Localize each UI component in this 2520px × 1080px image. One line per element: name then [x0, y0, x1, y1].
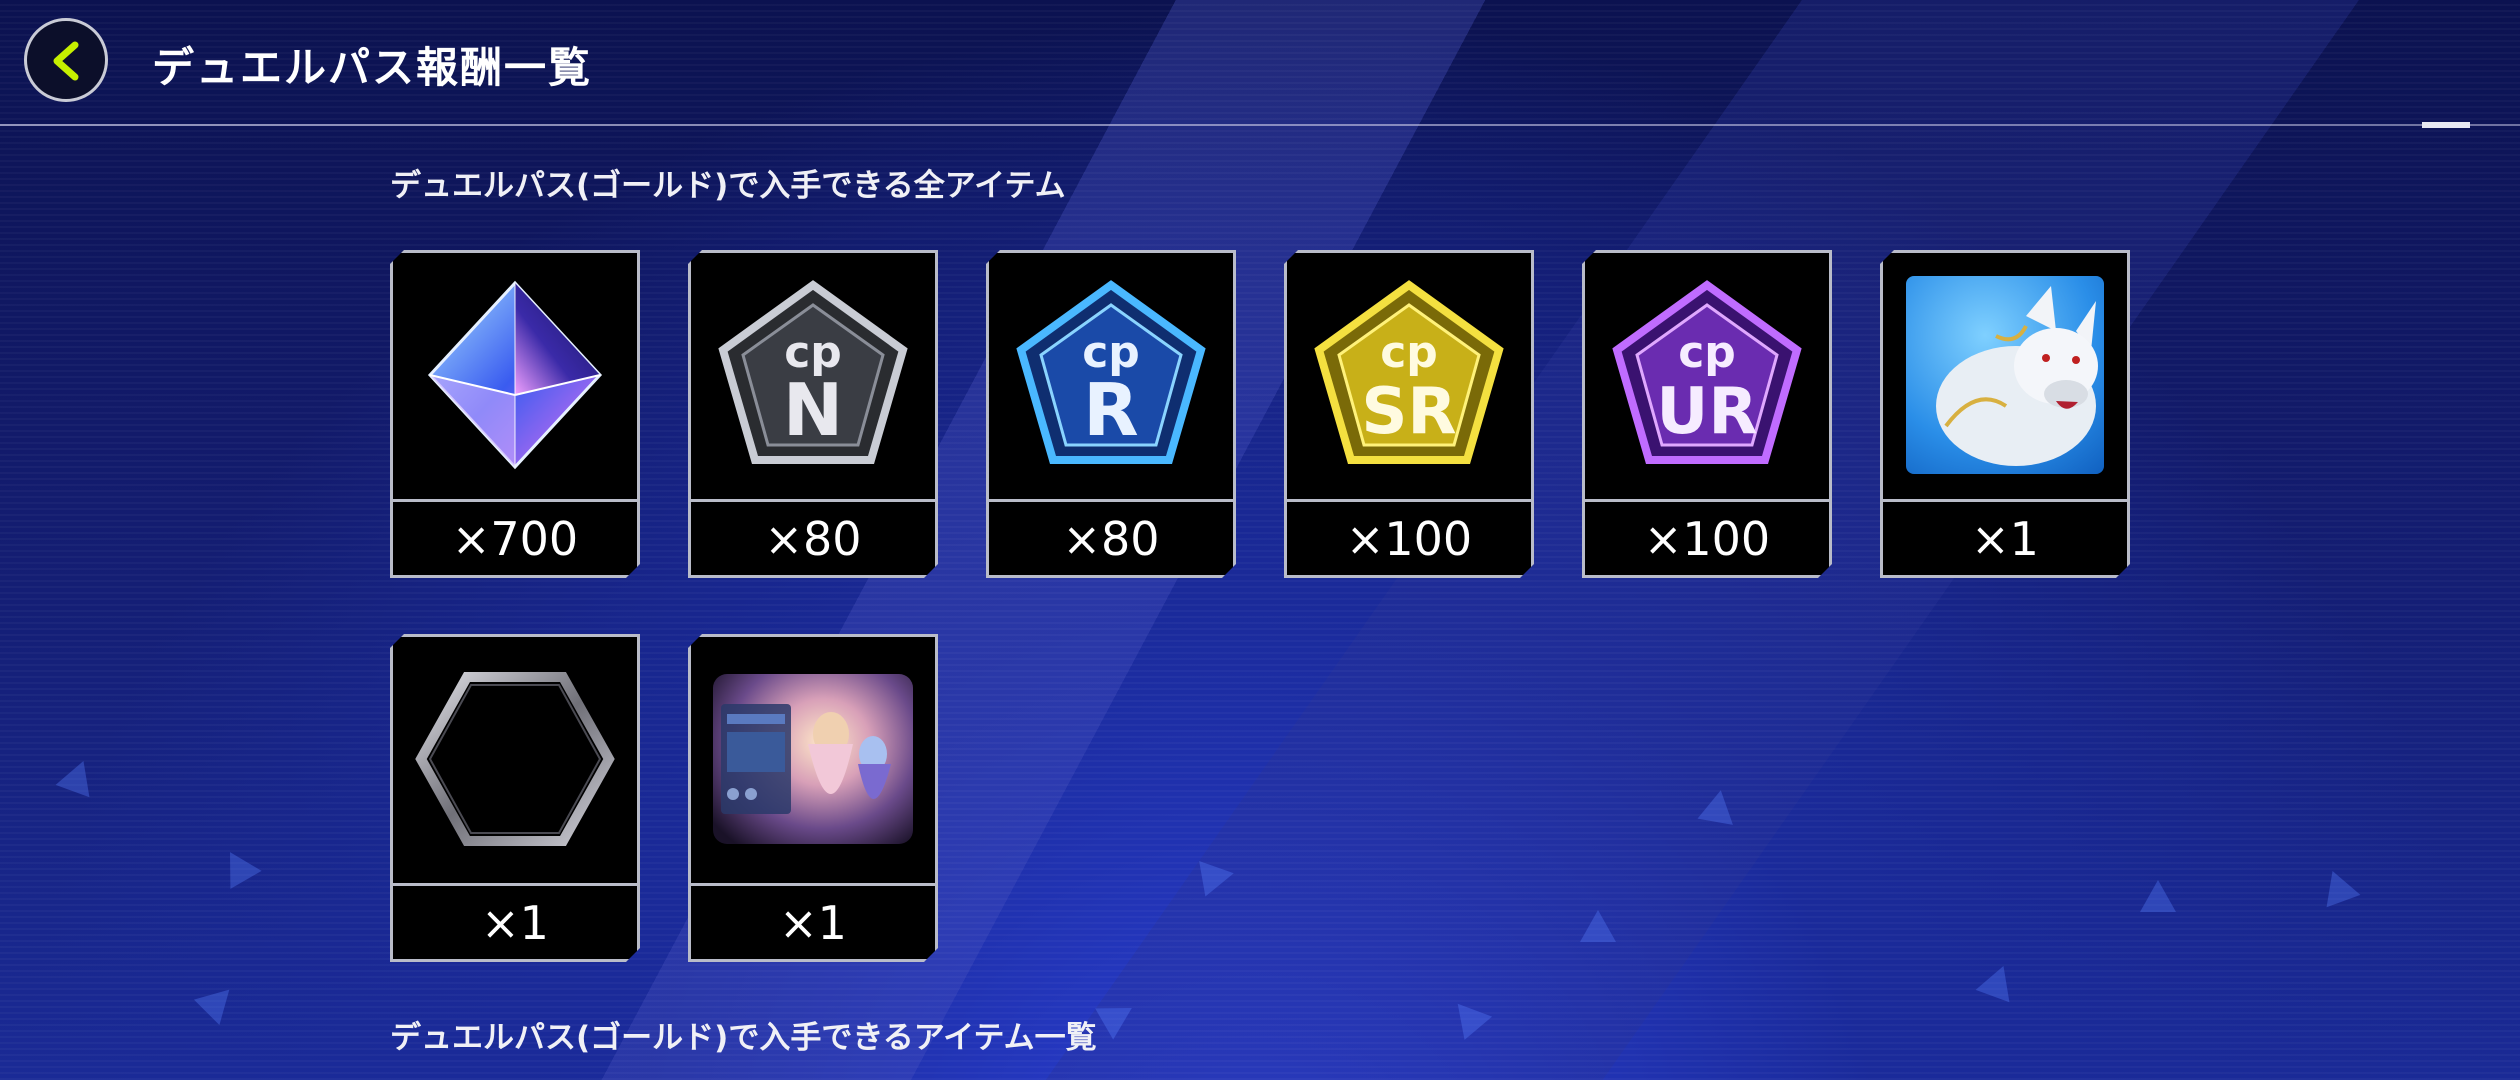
wolf-mate-icon — [1906, 276, 2104, 474]
reward-item-cp-n[interactable]: cp N ×80 — [688, 250, 938, 578]
header-divider — [0, 124, 2520, 126]
decor-triangle — [1975, 959, 2021, 1003]
decor-triangle — [55, 754, 101, 798]
decor-triangle — [1580, 910, 1616, 942]
decor-triangle — [214, 843, 262, 889]
section-title-items-list: デュエルパス(ゴールド)で入手できるアイテム一覧 — [390, 1020, 1097, 1056]
item-quantity: ×700 — [393, 499, 637, 575]
item-quantity: ×100 — [1287, 499, 1531, 575]
reward-item-mate-wolf[interactable]: ×1 — [1880, 250, 2130, 578]
svg-text:R: R — [1083, 368, 1138, 452]
svg-text:cp: cp — [1380, 327, 1438, 378]
decor-triangle — [2315, 864, 2361, 908]
cp-n-icon: cp N — [713, 275, 913, 475]
svg-text:cp: cp — [1678, 327, 1736, 378]
field-collage-icon — [713, 674, 913, 844]
background-stripes — [0, 0, 2520, 1080]
cp-ur-icon: cp UR — [1607, 275, 1807, 475]
reward-item-field[interactable]: ×1 — [688, 634, 938, 962]
gem-icon — [420, 275, 610, 475]
reward-item-cp-r[interactable]: cp R ×80 — [986, 250, 1236, 578]
decor-triangle — [2140, 880, 2176, 912]
header-indicator — [2422, 122, 2470, 128]
svg-text:UR: UR — [1656, 375, 1757, 449]
cp-r-icon: cp R — [1011, 275, 1211, 475]
decor-triangle — [1199, 855, 1237, 897]
decor-triangle — [1697, 787, 1739, 825]
cp-sr-icon: cp SR — [1309, 275, 1509, 475]
reward-item-icon-frame[interactable]: ×1 — [390, 634, 640, 962]
item-quantity: ×100 — [1585, 499, 1829, 575]
item-quantity: ×1 — [691, 883, 935, 959]
decor-triangle — [1095, 992, 1141, 1040]
item-quantity: ×80 — [989, 499, 1233, 575]
item-quantity: ×1 — [1883, 499, 2127, 575]
item-quantity: ×80 — [691, 499, 935, 575]
svg-text:SR: SR — [1361, 375, 1456, 449]
header: デュエルパス報酬一覧 — [0, 0, 2520, 128]
back-button[interactable] — [24, 18, 108, 102]
hexagon-frame-icon — [415, 669, 615, 849]
reward-item-cp-sr[interactable]: cp SR ×100 — [1284, 250, 1534, 578]
section-title-all-items: デュエルパス(ゴールド)で入手できる全アイテム — [390, 168, 1066, 204]
decor-triangle — [1443, 992, 1493, 1040]
item-quantity: ×1 — [393, 883, 637, 959]
reward-item-cp-ur[interactable]: cp UR ×100 — [1582, 250, 1832, 578]
svg-text:N: N — [783, 368, 843, 452]
reward-item-gems[interactable]: ×700 — [390, 250, 640, 578]
decor-triangle — [193, 976, 243, 1026]
page-title: デュエルパス報酬一覧 — [152, 43, 593, 92]
chevron-left-icon — [53, 41, 79, 81]
